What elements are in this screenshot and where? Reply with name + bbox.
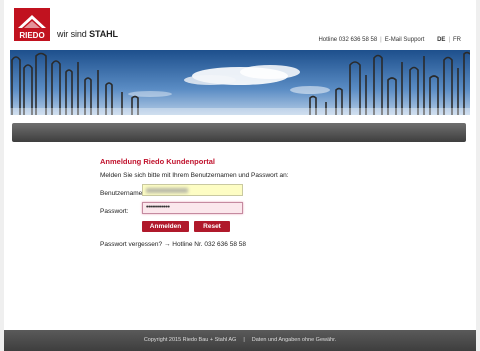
top-navigation: Hotline 032 636 58 58 | E-Mail Support DE |… bbox=[317, 37, 462, 43]
slogan: wir sind STAHL bbox=[57, 29, 118, 39]
password-label: Passwort: bbox=[100, 208, 129, 215]
username-label: Benutzername: bbox=[100, 190, 145, 197]
logo-text: RIEDO bbox=[19, 31, 44, 40]
username-input[interactable] bbox=[142, 184, 243, 196]
login-title: Anmeldung Riedo Kundenportal bbox=[100, 157, 215, 166]
username-value-blurred bbox=[146, 188, 188, 193]
language-fr-link[interactable]: FR bbox=[453, 37, 461, 43]
email-support-link[interactable]: E-Mail Support bbox=[385, 37, 425, 43]
header-banner-image bbox=[10, 50, 470, 115]
login-button[interactable]: Anmelden bbox=[142, 221, 189, 232]
language-de-link[interactable]: DE bbox=[437, 37, 445, 43]
footer-copyright: Copyright 2015 Riedo Bau + Stahl AG bbox=[143, 337, 237, 343]
riedo-logo[interactable]: RIEDO bbox=[14, 8, 50, 41]
footer-separator: | bbox=[243, 337, 245, 343]
slogan-emphasis: STAHL bbox=[89, 29, 118, 39]
main-navigation-bar bbox=[12, 123, 466, 142]
password-value: •••••••••••• bbox=[146, 204, 170, 211]
footer: Copyright 2015 Riedo Bau + Stahl AG | Date… bbox=[4, 330, 476, 351]
separator: | bbox=[380, 37, 382, 43]
forgot-password-text: Passwort vergessen? → Hotline Nr. 032 63… bbox=[100, 241, 246, 248]
hotline-link[interactable]: Hotline 032 636 58 58 bbox=[318, 37, 377, 43]
login-intro-text: Melden Sie sich bitte mit Ihrem Benutzer… bbox=[100, 172, 289, 179]
slogan-prefix: wir sind bbox=[57, 29, 87, 39]
footer-disclaimer: Daten und Angaben ohne Gewähr. bbox=[251, 337, 337, 343]
password-input[interactable]: •••••••••••• bbox=[142, 202, 243, 214]
separator: | bbox=[448, 37, 450, 43]
reset-button[interactable]: Reset bbox=[194, 221, 230, 232]
page: RIEDO wir sind STAHL Hotline 032 636 58 … bbox=[4, 0, 476, 351]
